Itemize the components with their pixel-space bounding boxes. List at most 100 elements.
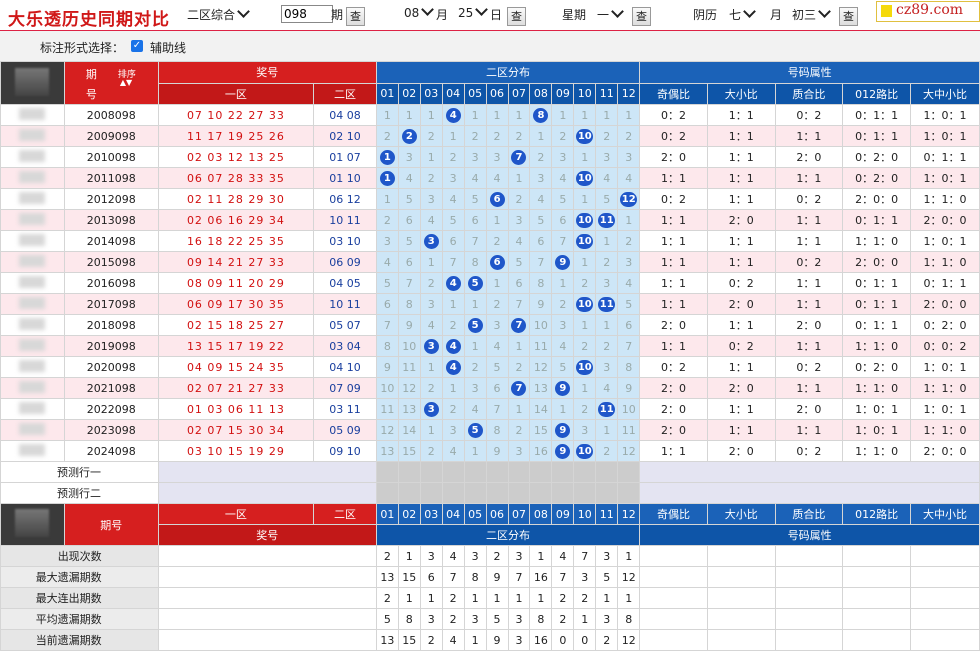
month-select[interactable]: 08 [404,3,435,20]
miss-count: 2 [603,339,611,353]
issue-cell[interactable]: 2021098 [63,377,159,399]
dist-col-header: 08 [529,82,553,105]
miss-count: 8 [405,297,413,311]
prediction-dist-cell[interactable] [551,482,575,504]
issue-cell[interactable]: 2022098 [63,398,159,420]
issue-cell[interactable]: 2014098 [63,230,159,252]
issue-cell[interactable]: 2013098 [63,209,159,231]
prediction-dist-cell[interactable] [441,461,465,483]
prediction-dist-cell[interactable] [441,482,465,504]
dist-cell: 3 [419,335,443,357]
stats-value: 8 [463,566,487,588]
attr-col-header[interactable]: 012路比 [842,82,912,105]
issue-cell[interactable]: 2009098 [63,125,159,147]
prediction-label[interactable]: 预测行一 [0,461,159,483]
issue-cell[interactable]: 2018098 [63,314,159,336]
sort-arrows-icon[interactable]: ▲▼ [120,78,132,87]
attr-col-header[interactable]: 奇偶比 [639,82,708,105]
stats-value: 3 [595,545,619,567]
prediction-dist-cell[interactable] [397,482,421,504]
guide-line-checkbox[interactable]: ✓ [131,40,143,52]
options-bar: 标注形式选择： ✓ 辅助线 [0,31,980,62]
prediction-dist-cell[interactable] [419,482,443,504]
prediction-dist-cell[interactable] [463,461,487,483]
hit-ball: 5 [467,317,483,333]
prediction-dist-cell[interactable] [507,461,531,483]
hit-ball: 11 [598,296,616,312]
dist-cell: 13 [529,377,553,399]
attr-col-header[interactable]: 大小比 [706,82,776,105]
prediction-dist-cell[interactable] [419,461,443,483]
hit-ball: 4 [445,338,461,354]
prediction-dist-cell[interactable] [573,482,597,504]
attr-cell: 1：1 [774,125,844,147]
issue-header[interactable]: 期号排序 ▲▼ [63,61,159,105]
issue-cell[interactable]: 2019098 [63,335,159,357]
prediction-dist-cell[interactable] [397,461,421,483]
chevron-down-icon [421,3,435,16]
issue-cell[interactable]: 2008098 [63,104,159,126]
query-button-week[interactable]: 查 [632,7,651,26]
issue-cell[interactable]: 2015098 [63,251,159,273]
issue-header-top: 期 [85,68,97,81]
issue-cell[interactable]: 2020098 [63,356,159,378]
prediction-dist-cell[interactable] [551,461,575,483]
dist-cell: 1 [441,125,465,147]
week-select[interactable]: 一 [597,5,624,23]
prediction-dist-cell[interactable] [573,461,597,483]
hit-ball: 6 [489,254,505,270]
attr-col-header[interactable]: 大中小比 [910,82,980,105]
dist-cell: 2 [507,356,531,378]
prediction-zone1-cell[interactable] [157,482,377,504]
attr-col-header[interactable]: 质合比 [774,82,844,105]
miss-count: 3 [603,276,611,290]
prediction-dist-cell[interactable] [375,461,399,483]
lunar-day-select[interactable]: 初三 [792,5,831,23]
prediction-dist-cell[interactable] [595,461,619,483]
issue-cell[interactable]: 2023098 [63,419,159,441]
prediction-dist-cell[interactable] [507,482,531,504]
zone-select-value: 二区综合 [187,8,236,22]
prediction-dist-cell[interactable] [617,482,641,504]
attr-cell: 0：2：0 [842,167,912,189]
dist-cell: 4 [595,167,619,189]
prediction-zone1-cell[interactable] [157,461,377,483]
attr-cell: 1：1 [774,230,844,252]
issue-cell[interactable]: 2017098 [63,293,159,315]
issue-cell[interactable]: 2012098 [63,188,159,210]
dist-col-header: 01 [375,82,399,105]
dist-cell: 3 [419,293,443,315]
dist-cell: 4 [617,272,641,294]
query-button-date[interactable]: 查 [507,7,526,26]
issue-cell[interactable]: 2010098 [63,146,159,168]
prediction-dist-cell[interactable] [595,482,619,504]
attr-cell: 1：1：0 [842,230,912,252]
prediction-dist-cell[interactable] [617,461,641,483]
issue-cell[interactable]: 2016098 [63,272,159,294]
issue-cell[interactable]: 2024098 [63,440,159,462]
query-button-issue[interactable]: 查 [346,7,365,26]
miss-count: 1 [471,108,479,122]
prediction-label[interactable]: 预测行二 [0,482,159,504]
site-logo[interactable]: cz89.com [876,1,980,22]
prediction-dist-cell[interactable] [463,482,487,504]
query-button-lunar[interactable]: 查 [839,7,858,26]
hit-ball: 12 [620,191,638,207]
miss-count: 1 [581,381,589,395]
dist-cell: 5 [595,188,619,210]
zone-select[interactable]: 二区综合 [187,5,250,23]
lunar-month-select[interactable]: 七 [729,5,756,23]
prediction-dist-cell[interactable] [485,482,509,504]
dist-cell: 2 [419,272,443,294]
footer-dist-col-header: 09 [551,503,575,525]
issue-input[interactable] [281,5,333,23]
miss-count: 5 [559,360,567,374]
prediction-dist-cell[interactable] [375,482,399,504]
prediction-dist-cell[interactable] [529,482,553,504]
dist-cell: 4 [441,272,465,294]
issue-cell[interactable]: 2011098 [63,167,159,189]
prediction-dist-cell[interactable] [485,461,509,483]
day-select[interactable]: 25 [458,3,489,20]
dist-cell: 1 [507,167,531,189]
prediction-dist-cell[interactable] [529,461,553,483]
